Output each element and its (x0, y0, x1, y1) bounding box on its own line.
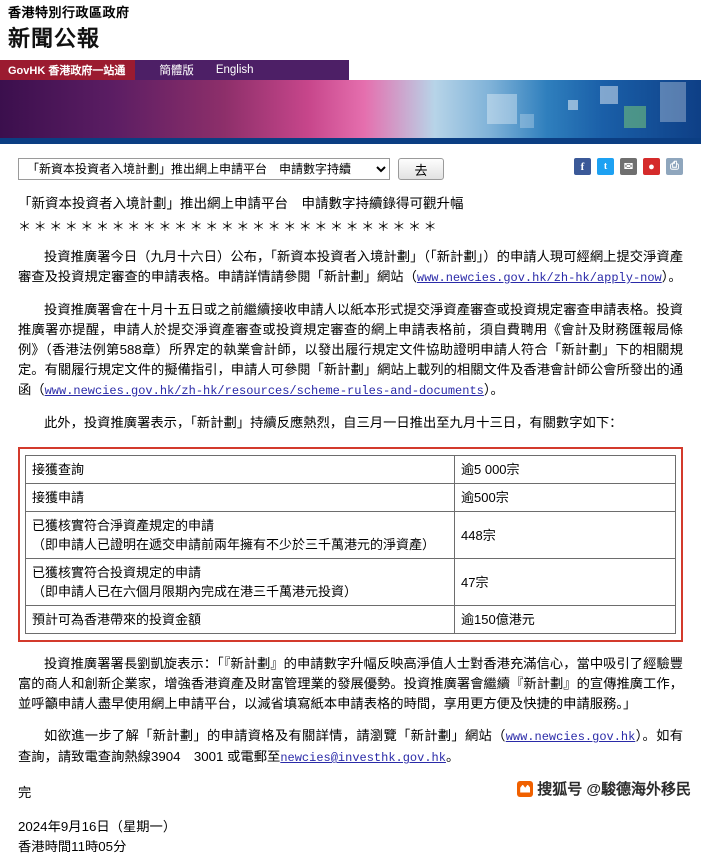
paragraph-1-text-b: ）。 (661, 269, 682, 284)
main-navigation: GovHK 香港政府一站通 簡體版 English (0, 60, 701, 80)
table-cell-label: 已獲核實符合投資規定的申請 （即申請人已在六個月限期內完成在港三千萬港元投資） (25, 558, 455, 606)
table-cell-label: 預計可為香港帶來的投資金額 (25, 605, 455, 634)
table-cell-value: 47宗 (454, 558, 676, 606)
article-toolbar: 「新資本投資者入境計劃」推出網上申請平台 申請數字持續 去 f t ✉ ● ⎙ (18, 158, 683, 180)
government-name: 香港特別行政區政府 (8, 5, 130, 20)
row-label-sub: （即申請人已證明在遞交申請前兩年擁有不少於三千萬港元的淨資產） (32, 537, 436, 552)
banner-underline (0, 138, 701, 144)
paragraph-5-text-a: 如欲進一步了解「新計劃」的申請資格及有關詳情，請瀏覽「新計劃」網站（ (44, 728, 506, 743)
paragraph-2: 投資推廣署會在十月十五日或之前繼續接收申請人以紙本形式提交淨資產審查或投資規定審… (18, 300, 683, 401)
twitter-icon[interactable]: t (597, 158, 614, 175)
nav-links: 簡體版 English (135, 60, 701, 80)
email-icon[interactable]: ✉ (620, 158, 637, 175)
row-label: 接獲查詢 (32, 462, 85, 477)
banner-square-1 (487, 94, 517, 124)
weibo-icon[interactable]: ● (643, 158, 660, 175)
table-cell-value: 逾150億港元 (454, 605, 676, 634)
facebook-icon[interactable]: f (574, 158, 591, 175)
watermark: 搜狐号 @駿德海外移民 (517, 778, 691, 799)
statistics-table-wrapper: 接獲查詢 逾5 000宗 接獲申請 逾500宗 已獲核實符合淨資產規定的申請 （… (18, 447, 683, 642)
nav-link-simplified[interactable]: 簡體版 (159, 62, 194, 78)
banner-square-5 (520, 114, 534, 128)
table-cell-value: 逾5 000宗 (454, 455, 676, 484)
scheme-rules-link[interactable]: www.newcies.gov.hk/zh-hk/resources/schem… (45, 384, 484, 398)
table-row: 接獲申請 逾500宗 (25, 483, 676, 512)
page-title: 新聞公報 (8, 26, 101, 51)
table-row: 預計可為香港帶來的投資金額 逾150億港元 (25, 605, 676, 634)
go-button[interactable]: 去 (398, 158, 444, 180)
banner-square-4 (660, 82, 686, 122)
govhk-brand-link[interactable]: GovHK 香港政府一站通 (0, 60, 146, 80)
site-header: 香港特別行政區政府 新聞公報 (0, 0, 701, 54)
table-row: 已獲核實符合投資規定的申請 （即申請人已在六個月限期內完成在港三千萬港元投資） … (25, 558, 676, 606)
table-cell-value: 448宗 (454, 511, 676, 559)
paragraph-5-text-c: 。 (445, 749, 460, 764)
banner-square-2 (600, 86, 618, 104)
decorative-banner (0, 80, 701, 138)
paragraph-3: 此外，投資推廣署表示，「新計劃」持續反應熱烈，自三月一日推出至九月十三日，有關數… (44, 415, 623, 430)
paragraph-4: 投資推廣署署長劉凱旋表示：「『新計劃』的申請數字升幅反映高淨值人士對香港充滿信心… (18, 656, 683, 711)
banner-square-6 (568, 100, 578, 110)
archive-select[interactable]: 「新資本投資者入境計劃」推出網上申請平台 申請數字持續 (18, 158, 390, 180)
scheme-website-link[interactable]: www.newcies.gov.hk (506, 730, 636, 744)
article-content: 「新資本投資者入境計劃」推出網上申請平台 申請數字持續 去 f t ✉ ● ⎙ … (0, 158, 701, 857)
paragraph-2-text-a: 投資推廣署會在十月十五日或之前繼續接收申請人以紙本形式提交淨資產審查或投資規定審… (18, 302, 683, 397)
table-cell-label: 接獲申請 (25, 483, 455, 512)
sohu-logo-icon (517, 780, 534, 797)
paragraph-2-text-b: ）。 (483, 382, 504, 397)
row-label: 已獲核實符合投資規定的申請 (32, 565, 202, 580)
banner-square-3 (624, 106, 646, 128)
table-cell-label: 已獲核實符合淨資產規定的申請 （即申請人已證明在遞交申請前兩年擁有不少於三千萬港… (25, 511, 455, 559)
publish-date: 2024年9月16日（星期一） (18, 819, 177, 834)
print-icon[interactable]: ⎙ (666, 158, 683, 175)
table-cell-label: 接獲查詢 (25, 455, 455, 484)
table-row: 已獲核實符合淨資產規定的申請 （即申請人已證明在遞交申請前兩年擁有不少於三千萬港… (25, 511, 676, 559)
paragraph-5: 如欲進一步了解「新計劃」的申請資格及有關詳情，請瀏覽「新計劃」網站（www.ne… (18, 726, 683, 768)
article-headline: 「新資本投資者入境計劃」推出網上申請平台 申請數字持續錄得可觀升幅 (18, 196, 464, 211)
share-icons: f t ✉ ● ⎙ (574, 158, 683, 175)
table-row: 接獲查詢 逾5 000宗 (25, 455, 676, 484)
paragraph-1: 投資推廣署今日（九月十六日）公布，「新資本投資者入境計劃」（「新計劃」）的申請人… (18, 247, 683, 288)
publish-time: 香港時間11時05分 (18, 839, 127, 854)
watermark-text: 搜狐号 @駿德海外移民 (537, 781, 691, 798)
row-label: 預計可為香港帶來的投資金額 (32, 612, 202, 627)
row-label: 已獲核實符合淨資產規定的申請 (32, 518, 215, 533)
headline-separator: ＊＊＊＊＊＊＊＊＊＊＊＊＊＊＊＊＊＊＊＊＊＊＊＊＊＊＊ (18, 219, 440, 234)
row-label-sub: （即申請人已在六個月限期內完成在港三千萬港元投資） (32, 584, 358, 599)
table-cell-value: 逾500宗 (454, 483, 676, 512)
nav-link-english[interactable]: English (216, 64, 254, 76)
row-label: 接獲申請 (32, 490, 85, 505)
apply-now-link[interactable]: www.newcies.gov.hk/zh-hk/apply-now (417, 271, 662, 285)
statistics-table: 接獲查詢 逾5 000宗 接獲申請 逾500宗 已獲核實符合淨資產規定的申請 （… (25, 455, 676, 634)
contact-email-link[interactable]: newcies@investhk.gov.hk (280, 751, 446, 765)
